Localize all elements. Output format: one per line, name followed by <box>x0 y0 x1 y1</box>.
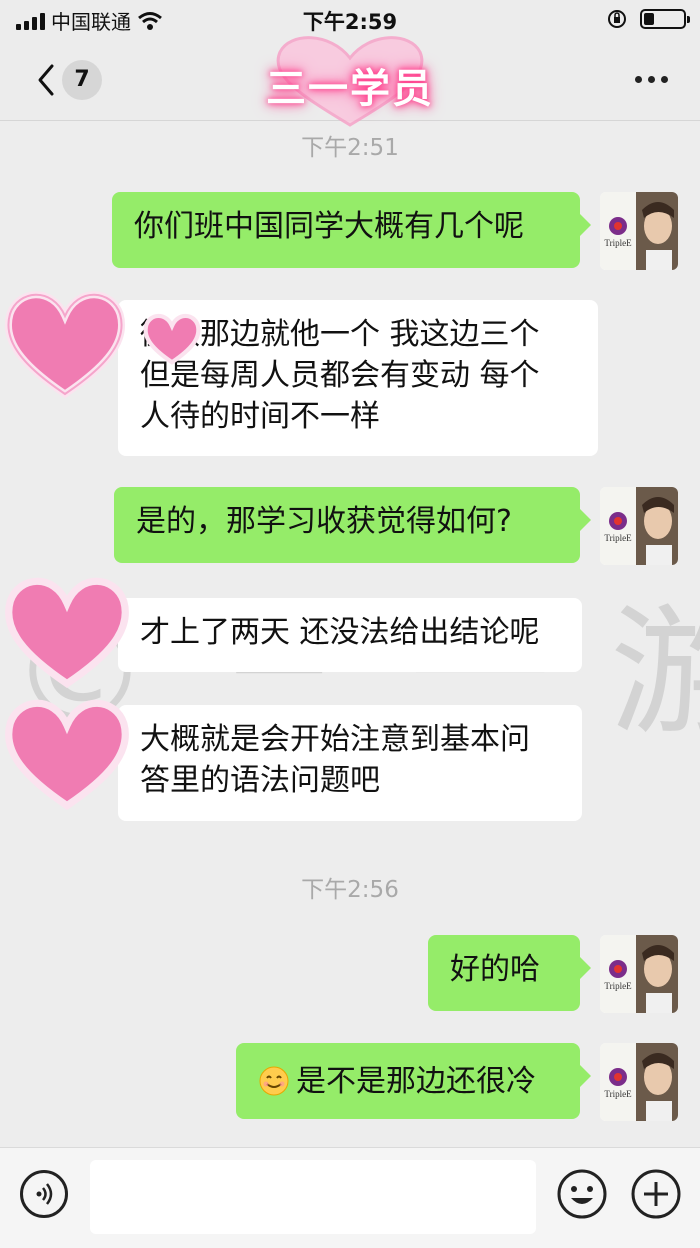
timestamp: 下午2:56 <box>301 877 399 903</box>
voice-input-button[interactable] <box>20 1170 68 1218</box>
svg-text:TripleE: TripleE <box>604 238 632 248</box>
timestamp: 下午2:51 <box>301 135 399 161</box>
avatar[interactable]: TripleE <box>600 935 678 1013</box>
avatar-image: TripleE <box>600 1043 678 1121</box>
plus-button-icon[interactable] <box>630 1168 682 1220</box>
smiling-face-emoji-icon <box>259 1066 289 1096</box>
message-text: 你们班中国同学大概有几个呢 <box>134 209 524 244</box>
message-text: 人待的时间不一样 <box>140 399 380 434</box>
message-input[interactable] <box>90 1160 536 1234</box>
battery-icon <box>640 9 690 29</box>
avatar[interactable]: TripleE <box>600 487 678 565</box>
emoji-button-icon[interactable] <box>556 1168 608 1220</box>
avatar-image: TripleE <box>600 487 678 565</box>
received-message-bubble[interactable]: 才上了两天 还没法给出结论呢 <box>107 598 582 672</box>
heart-sticker-icon <box>5 699 129 810</box>
svg-text:TripleE: TripleE <box>604 981 632 991</box>
avatar[interactable]: TripleE <box>600 1043 678 1121</box>
message-text: 是不是那边还很冷 <box>296 1063 536 1099</box>
chat-title: 三一学员 <box>266 66 434 112</box>
svg-text:TripleE: TripleE <box>604 533 632 543</box>
received-message-bubble[interactable]: 微微那边就他一个 我这边三个 但是每周人员都会有变动 每个 人待的时间不一样 <box>107 300 598 456</box>
sent-message-bubble[interactable]: 好的哈 <box>428 935 591 1011</box>
sent-message-bubble[interactable]: 你们班中国同学大概有几个呢 <box>112 192 591 268</box>
message-text: 大概就是会开始注意到基本问 <box>140 722 530 757</box>
message-text: 但是每周人员都会有变动 每个 <box>140 358 540 393</box>
svg-text:TripleE: TripleE <box>604 1089 632 1099</box>
sent-message-bubble[interactable]: 是不是那边还很冷 <box>236 1043 591 1119</box>
chat-header: 7 三一学员 <box>0 36 700 127</box>
orientation-lock-icon <box>608 10 626 28</box>
avatar-image: TripleE <box>600 192 678 270</box>
message-text: 是的，那学习收获觉得如何? <box>136 504 512 539</box>
chat-input-bar <box>0 1147 700 1248</box>
message-text: 答里的语法问题吧 <box>140 763 380 798</box>
message-text: 微微那边就他一个 我这边三个 <box>140 317 540 352</box>
avatar[interactable]: TripleE <box>600 192 678 270</box>
chat-title-area: 三一学员 <box>230 36 470 127</box>
unread-count-badge[interactable]: 7 <box>62 60 102 100</box>
more-options-button[interactable] <box>635 76 668 83</box>
avatar-image: TripleE <box>600 935 678 1013</box>
message-text: 好的哈 <box>450 952 540 987</box>
received-message-bubble[interactable]: 大概就是会开始注意到基本问 答里的语法问题吧 <box>107 705 582 821</box>
voice-icon <box>36 1183 53 1205</box>
message-text: 才上了两天 还没法给出结论呢 <box>140 615 540 650</box>
sent-message-bubble[interactable]: 是的，那学习收获觉得如何? <box>114 487 591 563</box>
